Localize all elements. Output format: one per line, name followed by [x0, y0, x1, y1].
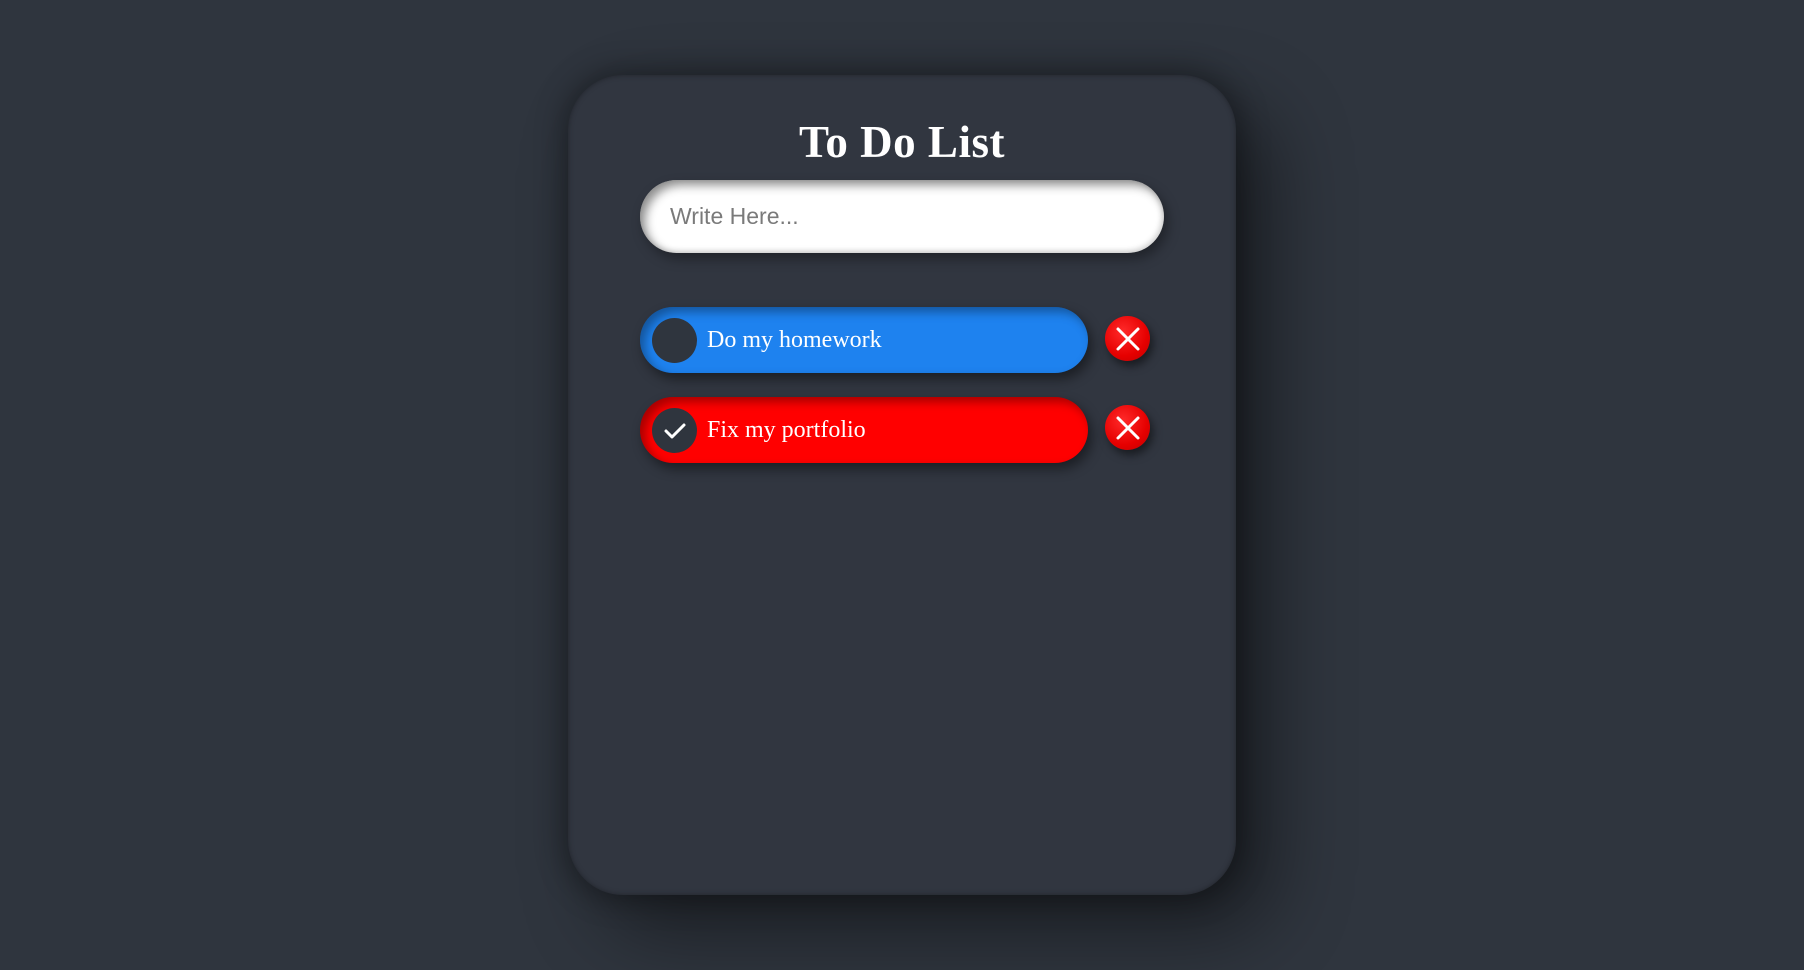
task-label: Fix my portfolio [707, 417, 866, 443]
close-icon [1116, 416, 1139, 439]
task-label: Do my homework [707, 327, 882, 353]
task-input[interactable] [640, 180, 1164, 253]
close-icon [1116, 327, 1139, 350]
delete-task-button[interactable] [1105, 316, 1150, 361]
task-item[interactable]: Fix my portfolio [640, 397, 1088, 463]
delete-task-button[interactable] [1105, 405, 1150, 450]
check-icon [664, 423, 685, 438]
task-item[interactable]: Do my homework [640, 307, 1088, 373]
task-checkbox[interactable] [652, 318, 697, 363]
page-title: To Do List [799, 117, 1005, 167]
task-checkbox[interactable] [652, 408, 697, 453]
